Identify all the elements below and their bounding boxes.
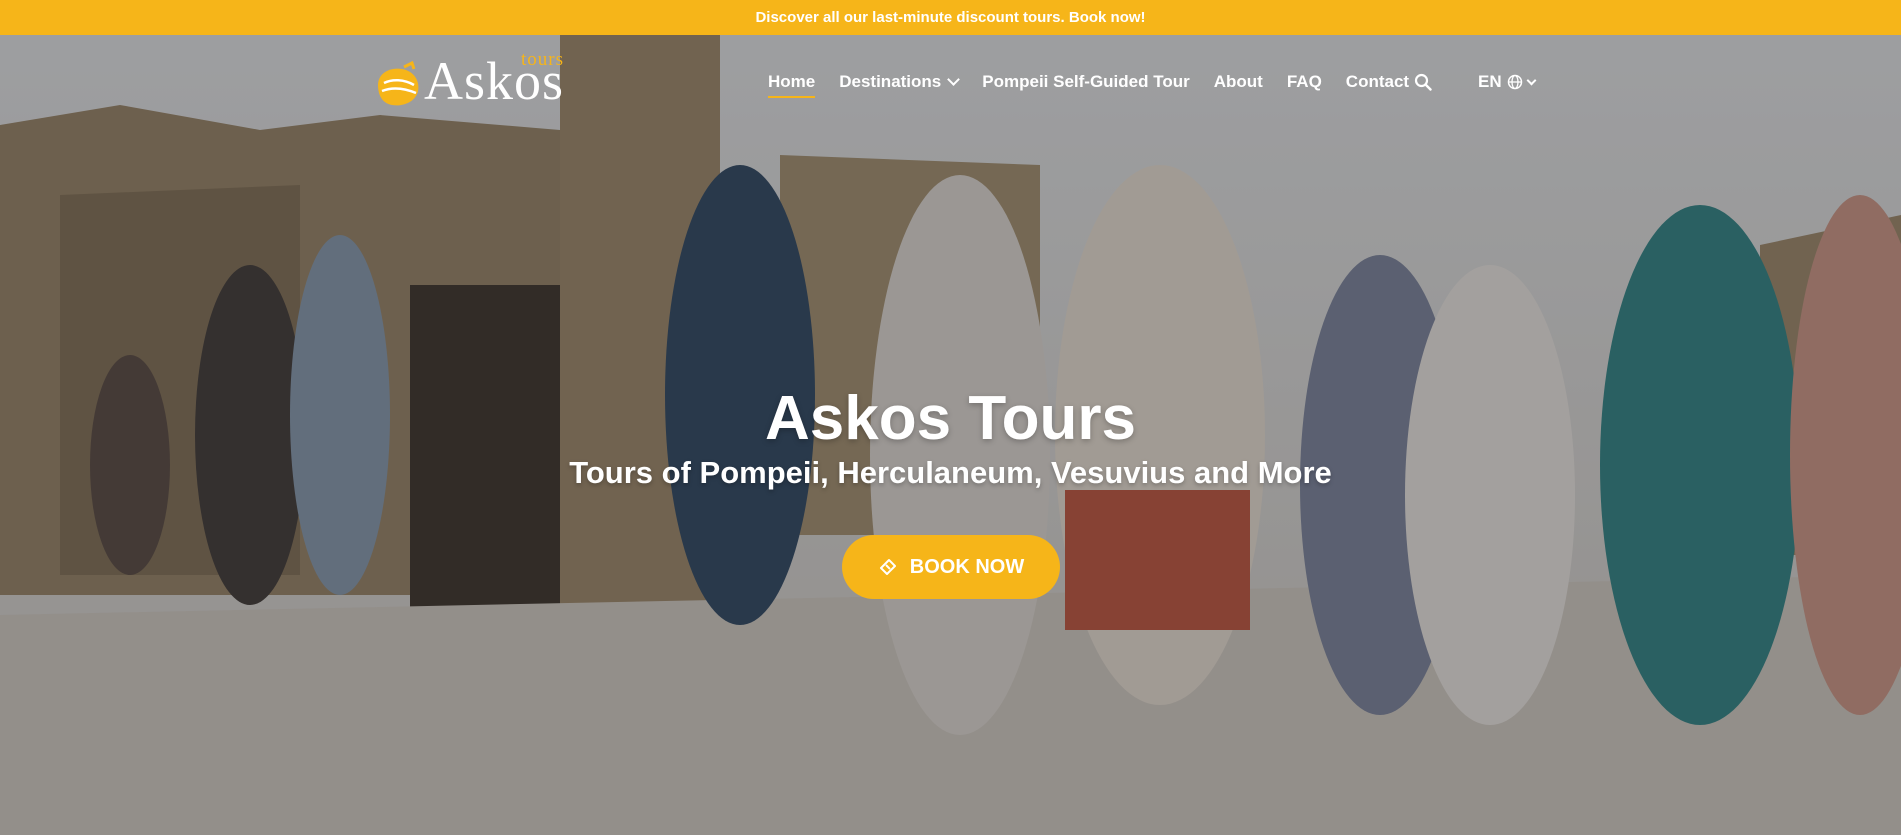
nav-menu: Home Destinations Pompeii Self-Guided To… <box>768 72 1433 98</box>
promo-banner-text[interactable]: Discover all our last-minute discount to… <box>755 9 1145 26</box>
logo-sub-text: tours <box>521 49 565 70</box>
language-label[interactable]: EN <box>1478 72 1502 92</box>
nav-item-home[interactable]: Home <box>768 72 816 98</box>
ticket-icon <box>879 559 896 575</box>
amphora-logo-icon <box>378 61 419 106</box>
hero-subtitle: Tours of Pompeii, Herculaneum, Vesuvius … <box>569 455 1332 490</box>
logo-wordmark: Askos tours <box>424 49 564 109</box>
search-icon[interactable] <box>1414 73 1432 91</box>
nav-item-faq[interactable]: FAQ <box>1287 72 1322 92</box>
nav-item-destinations-label[interactable]: Destinations <box>839 72 941 91</box>
nav-item-destinations[interactable]: Destinations <box>839 72 961 92</box>
globe-icon <box>1507 74 1522 90</box>
nav-item-contact[interactable]: Contact <box>1346 72 1409 92</box>
nav-item-pompeii-self-guided-tour[interactable]: Pompeii Self-Guided Tour <box>982 72 1189 92</box>
hero-title: Askos Tours <box>765 384 1136 453</box>
hero-section: Askos tours Home Destinations Pompeii Se… <box>0 35 1901 835</box>
promo-banner[interactable]: Discover all our last-minute discount to… <box>0 0 1901 35</box>
main-navigation: Askos tours Home Destinations Pompeii Se… <box>0 35 1901 115</box>
language-switcher[interactable]: EN <box>1478 72 1537 92</box>
book-now-label[interactable]: BOOK NOW <box>910 556 1024 579</box>
chevron-down-icon <box>1526 75 1537 85</box>
chevron-down-icon <box>947 73 961 86</box>
book-now-button[interactable]: BOOK NOW <box>842 535 1060 599</box>
site-logo[interactable]: Askos tours <box>374 49 584 109</box>
nav-item-about[interactable]: About <box>1214 72 1263 92</box>
